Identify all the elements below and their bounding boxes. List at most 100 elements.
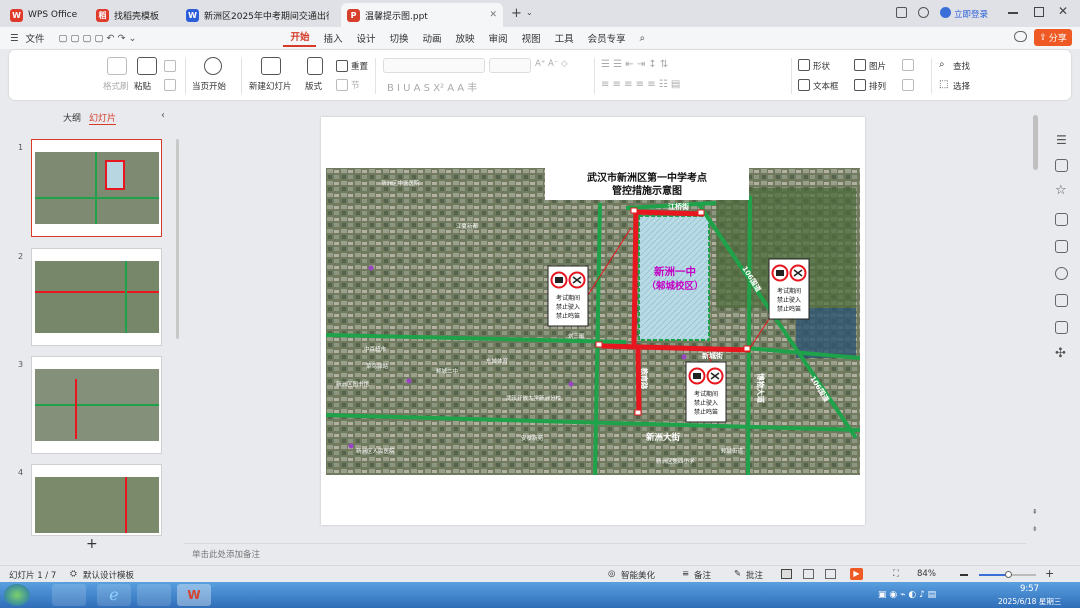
layout-button[interactable]: 版式 xyxy=(305,80,322,92)
layout-icon[interactable] xyxy=(896,7,907,18)
zoom-slider-thumb[interactable] xyxy=(1005,571,1012,578)
tab-template[interactable]: 稻 找稻壳模板 xyxy=(90,3,174,27)
design-template-button[interactable]: 默认设计模板 xyxy=(83,569,134,581)
canvas-scrollbar[interactable] xyxy=(1033,115,1038,170)
normal-view-icon[interactable] xyxy=(781,569,792,579)
file-menu[interactable]: 文件 xyxy=(26,31,52,45)
search-icon[interactable]: ⌕ xyxy=(633,33,652,44)
reading-view-icon[interactable] xyxy=(825,569,836,579)
zoom-out-icon[interactable] xyxy=(960,574,968,576)
zoom-level[interactable]: 84% xyxy=(917,569,936,579)
zoom-in-icon[interactable]: + xyxy=(1045,567,1054,580)
font-family-select[interactable] xyxy=(383,58,485,73)
minimize-icon[interactable] xyxy=(1008,12,1018,14)
restore-icon[interactable] xyxy=(1034,7,1044,17)
format-painter-button[interactable]: 格式刷 xyxy=(103,80,129,92)
textbox-icon xyxy=(798,79,810,91)
notes-toggle-button[interactable]: 备注 xyxy=(694,569,711,581)
copy-icon[interactable] xyxy=(1055,213,1068,226)
find-button[interactable]: 查找 xyxy=(953,60,970,72)
tools-icon[interactable] xyxy=(1055,267,1068,280)
hamburger-icon[interactable]: ☰ xyxy=(0,33,26,44)
smart-beautify-button[interactable]: 智能美化 xyxy=(621,569,655,581)
play-from-current-button[interactable]: 当页开始 xyxy=(192,80,226,92)
tab-bar: W WPS Office 稻 找稻壳模板 W 新洲区2025年中考期间交通出行温… xyxy=(0,0,1080,27)
font-format-tools[interactable]: B I U A S X² A A 丰 xyxy=(387,79,477,94)
tab-word-doc[interactable]: W 新洲区2025年中考期间交通出行温馨 xyxy=(180,3,335,27)
arrange-button[interactable]: 排列 xyxy=(869,80,886,92)
page-down-icon[interactable]: ⇟ xyxy=(1032,525,1038,533)
new-tab-button[interactable]: + xyxy=(511,6,522,21)
explorer-folder-icon[interactable] xyxy=(137,584,171,606)
slides-tab[interactable]: 幻灯片 xyxy=(89,111,117,125)
zoom-slider[interactable] xyxy=(979,571,1036,578)
settings-icon[interactable] xyxy=(1055,159,1068,172)
font-size-tools[interactable]: A⁺ A⁻ ◇ xyxy=(535,59,568,69)
notes-pane[interactable]: 单击此处添加备注 xyxy=(184,543,1026,563)
window-close-icon[interactable]: ✕ xyxy=(1058,4,1068,18)
tab-member[interactable]: 会员专享 xyxy=(581,31,633,45)
reset-button[interactable]: 重置 xyxy=(351,60,368,72)
chevron-down-icon[interactable]: ⌄ xyxy=(526,8,533,17)
close-icon[interactable]: ✕ xyxy=(489,10,497,20)
tab-transition[interactable]: 切换 xyxy=(383,31,416,45)
add-slide-button[interactable]: + xyxy=(86,536,98,552)
tab-ppt-active[interactable]: P 温馨提示图.ppt ✕ xyxy=(341,3,503,27)
align-tools[interactable]: ≡ ≡ ≡ ≡ ≡ ☷ ▤ xyxy=(601,79,680,90)
shape-button[interactable]: 形状 xyxy=(813,60,830,72)
select-button[interactable]: 选择 xyxy=(953,80,970,92)
collapse-icon[interactable]: ‹ xyxy=(161,110,165,121)
book-icon[interactable] xyxy=(1055,294,1068,307)
slide-thumbnail-3[interactable] xyxy=(31,356,162,454)
skin-icon[interactable] xyxy=(918,7,929,18)
wps-taskbar-icon[interactable]: W xyxy=(177,584,211,606)
cut-icon[interactable] xyxy=(164,60,176,72)
paste-button[interactable]: 粘贴 xyxy=(134,80,151,92)
share-button[interactable]: ⇪ 分享 xyxy=(1034,29,1072,46)
tab-home[interactable]: 开始 xyxy=(283,29,317,47)
panel-scrollbar[interactable] xyxy=(176,139,179,339)
star-icon[interactable]: ☆ xyxy=(1055,183,1067,198)
tray-icons[interactable]: ▣ ◉ ⌁ ◐ ♪ ▤ xyxy=(878,590,936,600)
avatar[interactable] xyxy=(940,7,951,18)
tab-slideshow[interactable]: 放映 xyxy=(449,31,482,45)
slide-thumbnail-1[interactable] xyxy=(31,139,162,237)
tab-review[interactable]: 审阅 xyxy=(482,31,515,45)
slide-thumbnail-4[interactable] xyxy=(31,464,162,536)
cross-icon[interactable]: ✣ xyxy=(1055,346,1066,361)
list-tools[interactable]: ☰ ☰ ⇤ ⇥ ↕ ⇅ xyxy=(601,59,668,70)
section-button[interactable]: 节 xyxy=(351,79,360,91)
tab-tools[interactable]: 工具 xyxy=(548,31,581,45)
map-label: 邾城街道 xyxy=(721,447,744,455)
font-size-select[interactable] xyxy=(489,58,531,73)
slideshow-play-icon[interactable]: ▶ xyxy=(850,568,863,580)
divider xyxy=(185,58,186,94)
comments-button[interactable]: 批注 xyxy=(746,569,763,581)
tab-wps-office[interactable]: W WPS Office xyxy=(4,3,84,27)
outline-tab[interactable]: 大纲 xyxy=(63,111,81,124)
tab-design[interactable]: 设计 xyxy=(349,31,382,45)
image-button[interactable]: 图片 xyxy=(869,60,886,72)
copy-icon[interactable] xyxy=(164,79,176,91)
cloud-icon[interactable] xyxy=(1014,31,1027,42)
fit-icon[interactable]: ⛶ xyxy=(893,569,899,579)
quick-toolbar-icons[interactable]: ▢ ▢ ▢ ▢ ↶ ↷ ⌄ xyxy=(52,33,144,44)
fill-icon[interactable] xyxy=(902,59,914,71)
grid-view-icon[interactable] xyxy=(803,569,814,579)
windows-start-icon[interactable] xyxy=(4,584,30,606)
outline-icon[interactable] xyxy=(902,79,914,91)
new-slide-button[interactable]: 新建幻灯片 xyxy=(249,80,292,92)
slide-thumbnail-2[interactable] xyxy=(31,248,162,346)
road-jiangqiao xyxy=(633,209,705,217)
tab-view[interactable]: 视图 xyxy=(515,31,548,45)
export-icon[interactable] xyxy=(1055,321,1068,334)
image-icon[interactable] xyxy=(1055,240,1068,253)
tab-insert[interactable]: 插入 xyxy=(316,31,349,45)
tab-animation[interactable]: 动画 xyxy=(416,31,449,45)
login-link[interactable]: 立即登录 xyxy=(954,8,988,20)
menu-icon[interactable]: ☰ xyxy=(1056,133,1067,147)
media-player-icon[interactable] xyxy=(52,584,86,606)
page-up-icon[interactable]: ⇞ xyxy=(1032,508,1038,516)
textbox-button[interactable]: 文本框 xyxy=(813,80,839,92)
ie-browser-icon[interactable]: ℯ xyxy=(97,584,131,606)
